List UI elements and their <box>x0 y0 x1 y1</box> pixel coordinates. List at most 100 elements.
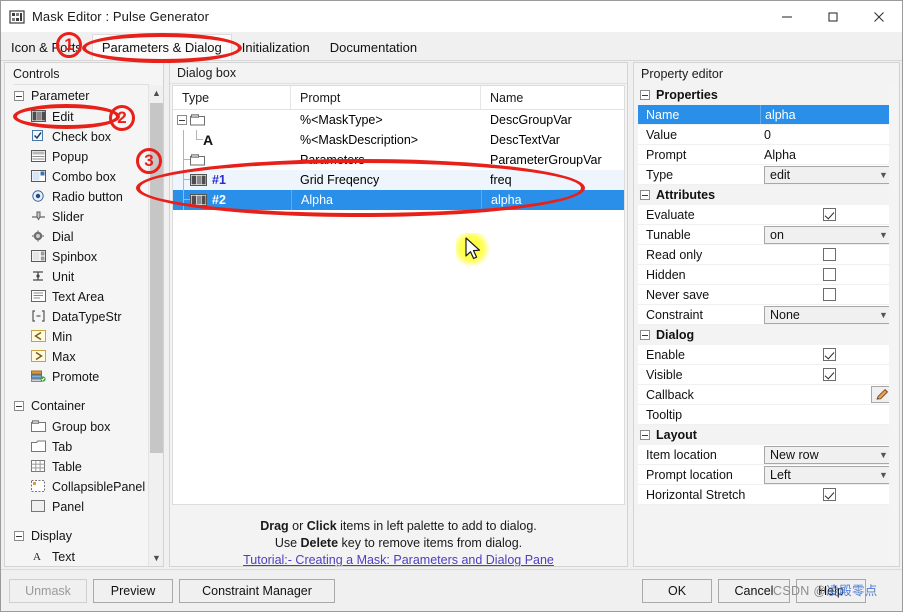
unmask-button[interactable]: Unmask <box>9 579 87 603</box>
scrollbar-thumb[interactable] <box>150 103 163 453</box>
constraint-manager-button[interactable]: Constraint Manager <box>179 579 335 603</box>
property-row-tooltip[interactable]: Tooltip <box>638 405 895 425</box>
property-section-attributes[interactable]: Attributes <box>638 185 895 205</box>
control-table[interactable]: Table <box>5 457 150 477</box>
control-tab[interactable]: Tab <box>5 437 150 457</box>
property-section-dialog[interactable]: Dialog <box>638 325 895 345</box>
control-text-area[interactable]: Text Area <box>5 287 150 307</box>
property-row-callback[interactable]: Callback <box>638 385 895 405</box>
property-row-type[interactable]: Type edit ▼ <box>638 165 895 185</box>
control-group-box[interactable]: Group box <box>5 417 150 437</box>
control-unit[interactable]: Unit <box>5 267 150 287</box>
control-slider[interactable]: Slider <box>5 207 150 227</box>
evaluate-checkbox[interactable] <box>823 208 836 221</box>
collapse-icon[interactable] <box>14 401 24 411</box>
table-row[interactable]: Parameters ParameterGroupVar <box>173 150 624 170</box>
read-only-checkbox[interactable] <box>823 248 836 261</box>
tab-parameters-and-dialog[interactable]: Parameters & Dialog <box>91 34 232 60</box>
checkbox-icon <box>31 130 46 144</box>
property-row-prompt-location[interactable]: Prompt location Left ▼ <box>638 465 895 485</box>
collapse-icon[interactable] <box>640 90 650 100</box>
table-row[interactable]: A %<MaskDescription> DescTextVar <box>173 130 624 150</box>
tab-documentation[interactable]: Documentation <box>319 34 428 60</box>
tree-expander-icon[interactable] <box>177 115 187 125</box>
control-popup[interactable]: Popup <box>5 147 150 167</box>
enable-checkbox[interactable] <box>823 348 836 361</box>
item-location-dropdown[interactable]: New row ▼ <box>764 445 893 464</box>
column-header-prompt[interactable]: Prompt <box>291 86 481 109</box>
collapse-icon[interactable] <box>14 91 24 101</box>
tab-icon-and-ports[interactable]: Icon & Ports <box>1 34 92 60</box>
property-editor-scrollbar[interactable] <box>889 85 898 564</box>
preview-button[interactable]: Preview <box>93 579 173 603</box>
property-row-name[interactable]: Name alpha <box>638 105 895 125</box>
type-dropdown[interactable]: edit ▼ <box>764 165 893 184</box>
control-panel[interactable]: Panel <box>5 497 150 517</box>
dropdown-value: on <box>770 227 784 242</box>
controls-group-display[interactable]: Display <box>5 525 150 547</box>
constraint-dropdown[interactable]: None ▼ <box>764 305 893 324</box>
control-text[interactable]: A Text <box>5 547 150 566</box>
property-row-horizontal-stretch[interactable]: Horizontal Stretch <box>638 485 895 505</box>
column-header-name[interactable]: Name <box>481 86 624 109</box>
visible-checkbox[interactable] <box>823 368 836 381</box>
property-row-never-save[interactable]: Never save <box>638 285 895 305</box>
collapse-icon[interactable] <box>640 430 650 440</box>
property-value[interactable]: 0 <box>760 125 895 144</box>
prompt-location-dropdown[interactable]: Left ▼ <box>764 465 893 484</box>
control-spinbox[interactable]: Spinbox <box>5 247 150 267</box>
hidden-checkbox[interactable] <box>823 268 836 281</box>
tab-initialization[interactable]: Initialization <box>231 34 320 60</box>
row-prompt: %<MaskDescription> <box>300 133 419 147</box>
property-row-tunable[interactable]: Tunable on ▼ <box>638 225 895 245</box>
control-collapsible-panel[interactable]: CollapsiblePanel <box>5 477 150 497</box>
control-label: Max <box>52 350 76 364</box>
property-row-evaluate[interactable]: Evaluate <box>638 205 895 225</box>
property-section-layout[interactable]: Layout <box>638 425 895 445</box>
control-promote[interactable]: Promote <box>5 367 150 387</box>
property-value[interactable]: Alpha <box>760 145 895 164</box>
control-min[interactable]: Min <box>5 327 150 347</box>
property-section-properties[interactable]: Properties <box>638 85 895 105</box>
control-check-box[interactable]: Check box <box>5 127 150 147</box>
scroll-down-icon[interactable]: ▼ <box>149 550 163 566</box>
property-value[interactable]: alpha <box>760 105 895 124</box>
property-row-value[interactable]: Value 0 <box>638 125 895 145</box>
never-save-checkbox[interactable] <box>823 288 836 301</box>
table-row[interactable]: %<MaskType> DescGroupVar <box>173 110 624 130</box>
column-header-type[interactable]: Type <box>173 86 291 109</box>
control-max[interactable]: Max <box>5 347 150 367</box>
control-datatypestr[interactable]: DataTypeStr <box>5 307 150 327</box>
popup-icon <box>31 150 46 164</box>
scroll-up-icon[interactable]: ▲ <box>149 85 163 101</box>
collapse-icon[interactable] <box>640 330 650 340</box>
property-row-constraint[interactable]: Constraint None ▼ <box>638 305 895 325</box>
maximize-icon[interactable] <box>810 1 856 32</box>
table-row[interactable]: #2 Alpha alpha <box>173 190 624 210</box>
controls-scrollbar[interactable]: ▲ ▼ <box>148 85 163 566</box>
property-row-prompt[interactable]: Prompt Alpha <box>638 145 895 165</box>
control-radio-button[interactable]: Radio button <box>5 187 150 207</box>
property-row-item-location[interactable]: Item location New row ▼ <box>638 445 895 465</box>
minimize-icon[interactable] <box>764 1 810 32</box>
property-label: Hidden <box>646 267 686 282</box>
control-edit[interactable]: Edit <box>5 107 150 127</box>
close-icon[interactable] <box>856 1 902 32</box>
controls-group-parameter[interactable]: Parameter <box>5 85 150 107</box>
tutorial-link[interactable]: Tutorial:- Creating a Mask: Parameters a… <box>243 553 554 566</box>
collapse-icon[interactable] <box>14 531 24 541</box>
property-row-hidden[interactable]: Hidden <box>638 265 895 285</box>
control-dial[interactable]: Dial <box>5 227 150 247</box>
control-combo-box[interactable]: Combo box <box>5 167 150 187</box>
ok-button[interactable]: OK <box>642 579 712 603</box>
table-row[interactable]: #1 Grid Freqency freq <box>173 170 624 190</box>
collapse-icon[interactable] <box>640 190 650 200</box>
tunable-dropdown[interactable]: on ▼ <box>764 225 893 244</box>
property-value[interactable] <box>760 405 895 424</box>
horizontal-stretch-checkbox[interactable] <box>823 488 836 501</box>
property-row-visible[interactable]: Visible <box>638 365 895 385</box>
property-row-enable[interactable]: Enable <box>638 345 895 365</box>
dropdown-value: New row <box>770 447 819 462</box>
property-row-read-only[interactable]: Read only <box>638 245 895 265</box>
controls-group-container[interactable]: Container <box>5 395 150 417</box>
